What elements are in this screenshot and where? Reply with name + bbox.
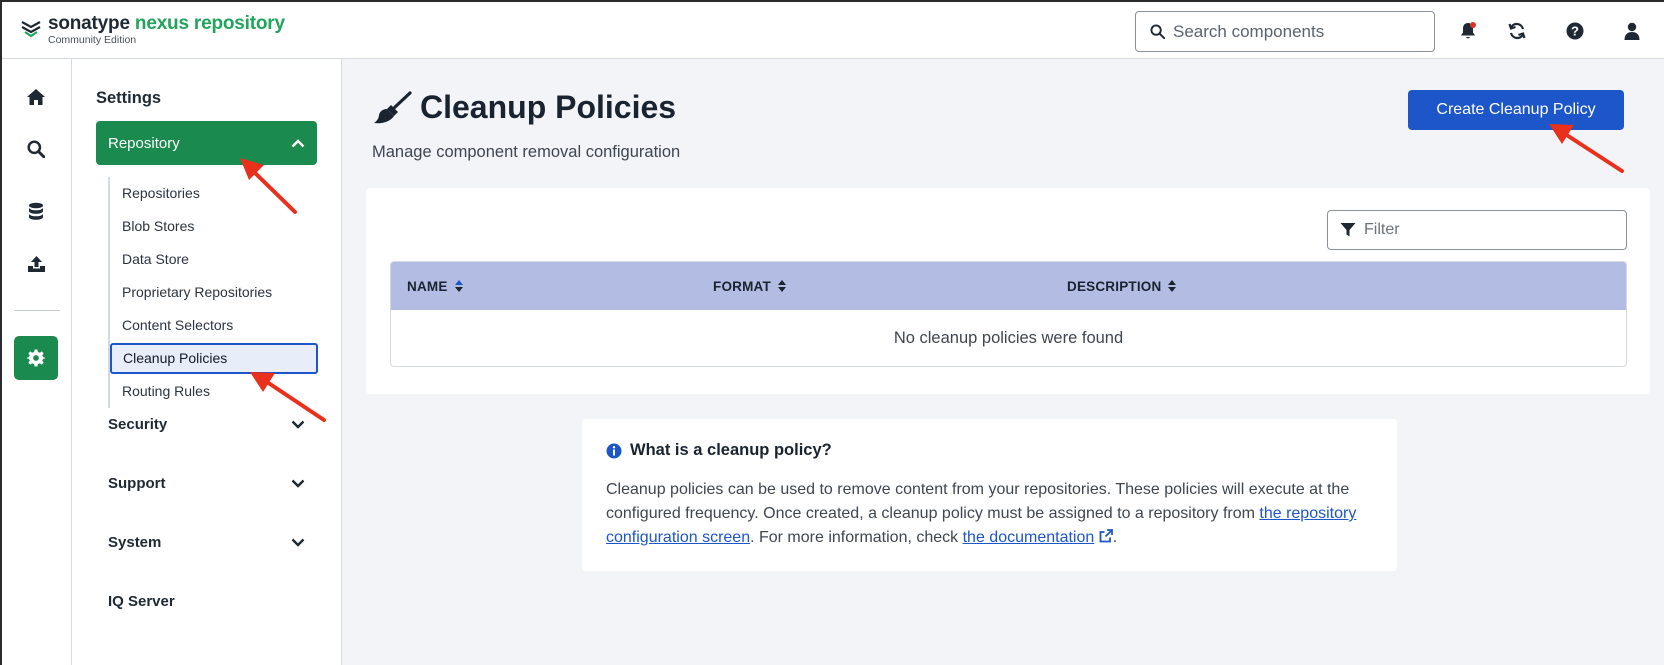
page-title: Cleanup Policies — [420, 89, 677, 125]
notifications-button[interactable] — [1457, 20, 1479, 42]
info-text: . — [1112, 529, 1118, 546]
settings-title: Settings — [96, 89, 162, 107]
table-header: NAME FORMAT DESCRIPTION — [391, 262, 1626, 310]
brand-primary: sonatype — [48, 13, 130, 34]
filter-input[interactable] — [1364, 221, 1614, 239]
edition-label: Community Edition — [48, 34, 137, 46]
sort-ascending-icon — [454, 280, 463, 292]
column-label: NAME — [407, 278, 448, 294]
subnav-item-content-selectors[interactable]: Content Selectors — [110, 309, 318, 342]
nav-item-label: IQ Server — [108, 592, 175, 610]
subnav-item-blob-stores[interactable]: Blob Stores — [110, 210, 318, 243]
subnav-item-data-store[interactable]: Data Store — [110, 243, 318, 276]
top-header: sonatype nexus repository Community Edit… — [2, 2, 1664, 59]
icon-rail — [2, 59, 72, 665]
column-label: FORMAT — [713, 278, 771, 294]
info-title: What is a cleanup policy? — [606, 441, 1373, 460]
nav-group-label: Support — [108, 474, 166, 492]
bell-icon — [1461, 22, 1476, 39]
sonatype-logo-icon — [21, 21, 41, 38]
user-icon — [1624, 22, 1640, 40]
info-body: Cleanup policies can be used to remove c… — [606, 478, 1373, 550]
broom-icon — [374, 90, 412, 123]
nav-group-label: Repository — [108, 134, 180, 152]
subnav-item-cleanup-policies[interactable]: Cleanup Policies — [110, 343, 318, 374]
repository-subnav: Repositories Blob Stores Data Store Prop… — [108, 177, 318, 408]
column-header-description[interactable]: DESCRIPTION — [1067, 262, 1177, 310]
chevron-down-icon — [291, 420, 305, 429]
search-icon — [27, 140, 45, 158]
nav-group-system[interactable]: System — [96, 522, 317, 562]
subnav-item-repositories[interactable]: Repositories — [110, 177, 318, 210]
search-input[interactable] — [1173, 21, 1413, 42]
cleanup-info-card: What is a cleanup policy? Cleanup polici… — [582, 419, 1397, 571]
column-header-name[interactable]: NAME — [407, 262, 464, 310]
info-title-text: What is a cleanup policy? — [630, 441, 832, 459]
nav-item-iq-server[interactable]: IQ Server — [96, 581, 317, 621]
refresh-button[interactable] — [1506, 20, 1528, 42]
brand-secondary: nexus repository — [134, 13, 285, 34]
search-icon — [1150, 24, 1165, 39]
rail-upload-button[interactable] — [14, 242, 58, 286]
svg-text:?: ? — [1571, 24, 1579, 39]
upload-icon — [27, 256, 45, 272]
page-heading: Cleanup Policies — [372, 89, 676, 126]
info-text: Cleanup policies can be used to remove c… — [606, 481, 1350, 522]
column-label: DESCRIPTION — [1067, 278, 1162, 294]
home-icon — [27, 89, 45, 105]
create-cleanup-policy-button[interactable]: Create Cleanup Policy — [1408, 90, 1624, 130]
rail-search-button[interactable] — [14, 127, 58, 171]
column-header-format[interactable]: FORMAT — [713, 262, 787, 310]
rail-home-button[interactable] — [14, 75, 58, 119]
nav-group-label: System — [108, 533, 162, 551]
database-icon — [29, 202, 43, 220]
nav-group-security[interactable]: Security — [96, 404, 317, 444]
rail-settings-button[interactable] — [14, 336, 58, 380]
subnav-item-proprietary-repositories[interactable]: Proprietary Repositories — [110, 276, 318, 309]
documentation-link[interactable]: the documentation — [963, 529, 1095, 546]
policies-table: NAME FORMAT DESCRIPTION No cleanup polic… — [390, 261, 1627, 367]
chevron-down-icon — [291, 538, 305, 547]
chevron-up-icon — [291, 138, 305, 147]
rail-divider — [14, 310, 60, 311]
page-subtitle: Manage component removal configuration — [372, 143, 681, 161]
chevron-down-icon — [291, 479, 305, 488]
table-empty-message: No cleanup policies were found — [893, 328, 1124, 347]
help-icon: ? — [1566, 22, 1584, 40]
app-logo[interactable]: sonatype nexus repository Community Edit… — [20, 14, 285, 46]
info-text: . For more information, check — [750, 529, 963, 546]
gear-icon — [27, 349, 45, 367]
user-button[interactable] — [1621, 20, 1643, 42]
info-icon — [606, 443, 622, 458]
global-search[interactable] — [1135, 11, 1435, 52]
rail-browse-button[interactable] — [14, 189, 58, 233]
settings-panel: Settings Repository Repositories Blob St… — [72, 59, 342, 665]
policies-card: NAME FORMAT DESCRIPTION — [366, 188, 1650, 394]
nav-group-support[interactable]: Support — [96, 463, 317, 503]
external-link-icon[interactable] — [1099, 529, 1113, 543]
nav-group-label: Security — [108, 415, 168, 433]
help-button[interactable]: ? — [1564, 20, 1586, 42]
filter-icon — [1340, 223, 1356, 237]
main-content: Cleanup Policies Manage component remova… — [342, 59, 1664, 665]
sort-icon — [777, 280, 786, 292]
refresh-icon — [1508, 22, 1526, 40]
nav-group-repository[interactable]: Repository — [96, 121, 317, 165]
sort-icon — [1168, 280, 1177, 292]
filter-field[interactable] — [1327, 210, 1627, 250]
brand-name: sonatype nexus repository — [48, 14, 285, 33]
